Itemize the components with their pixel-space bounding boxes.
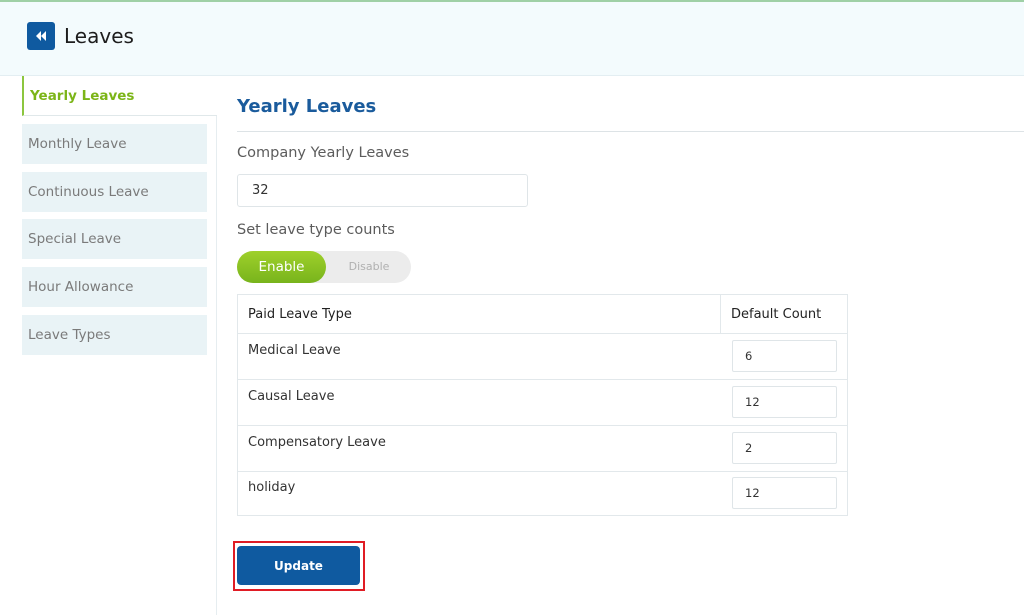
page-title: Leaves (64, 24, 134, 48)
page-header: Leaves (0, 0, 1024, 76)
default-count-input[interactable] (732, 340, 837, 372)
table-row: Compensatory Leave (238, 426, 847, 472)
default-count-input[interactable] (732, 477, 837, 509)
leave-type-name: Compensatory Leave (248, 435, 386, 450)
column-divider (720, 295, 721, 334)
default-count-input[interactable] (732, 386, 837, 418)
back-button[interactable] (27, 22, 55, 50)
sidebar-item-hour-allowance[interactable]: Hour Allowance (22, 267, 207, 307)
table-row: holiday (238, 471, 847, 517)
company-yearly-leaves-label: Company Yearly Leaves (237, 145, 410, 161)
default-count-input[interactable] (732, 432, 837, 464)
column-header-paid-leave-type: Paid Leave Type (248, 307, 352, 322)
sidebar-item-leave-types[interactable]: Leave Types (22, 315, 207, 355)
leave-type-name: Medical Leave (248, 343, 341, 358)
leave-type-name: holiday (248, 480, 296, 495)
double-chevron-left-icon (36, 31, 46, 41)
enable-toggle-option[interactable]: Enable (237, 251, 326, 283)
table-row: Medical Leave (238, 334, 847, 380)
sidebar-item-special-leave[interactable]: Special Leave (22, 219, 207, 259)
table-row: Causal Leave (238, 380, 847, 426)
leave-type-table: Paid Leave Type Default Count Medical Le… (237, 294, 848, 516)
column-header-default-count: Default Count (731, 307, 822, 322)
sidebar-item-continuous-leave[interactable]: Continuous Leave (22, 172, 207, 212)
leave-counts-toggle[interactable]: Enable Disable (237, 251, 411, 283)
leave-type-name: Causal Leave (248, 389, 335, 404)
sidebar-item-monthly-leave[interactable]: Monthly Leave (22, 124, 207, 164)
table-header: Paid Leave Type Default Count (238, 295, 847, 334)
sidebar-item-yearly-leaves[interactable]: Yearly Leaves (22, 76, 217, 116)
company-yearly-leaves-input[interactable] (237, 174, 528, 207)
disable-toggle-option[interactable]: Disable (332, 251, 406, 283)
leave-type-counts-label: Set leave type counts (237, 222, 395, 238)
update-button[interactable]: Update (237, 546, 360, 585)
section-title: Yearly Leaves (237, 96, 377, 117)
section-divider (237, 131, 1024, 132)
